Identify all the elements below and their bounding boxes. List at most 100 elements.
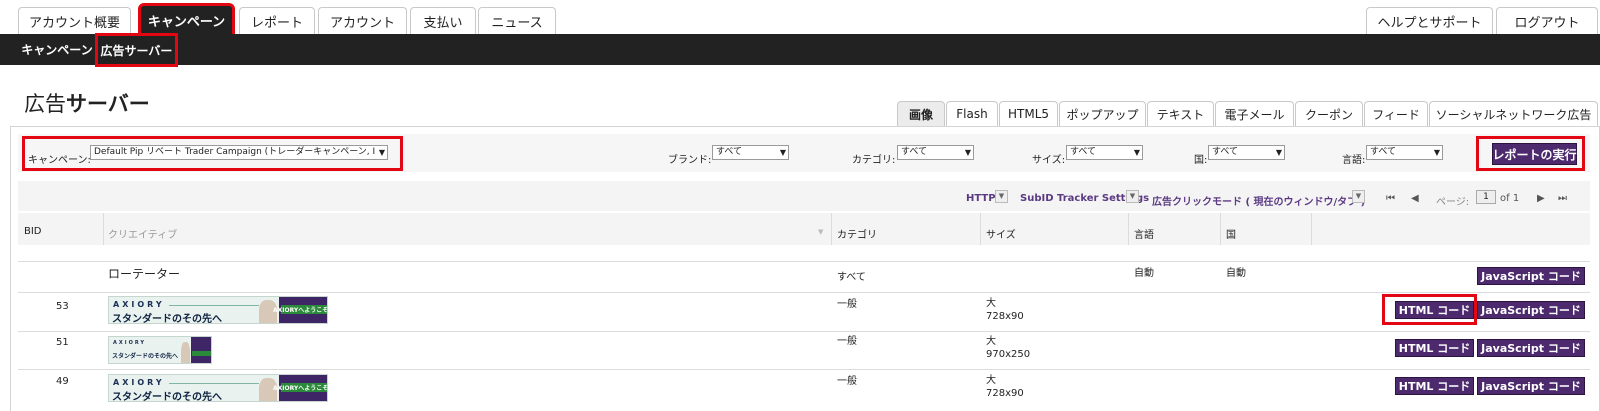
tab-logout[interactable]: ログアウト <box>1496 7 1598 34</box>
row-bid: 53 <box>56 301 69 312</box>
banner-tagline: スタンダードのその先へ <box>112 314 222 324</box>
column-divider <box>103 213 104 245</box>
javascript-code-button[interactable]: JavaScript コード <box>1477 339 1585 357</box>
top-nav: アカウント概要 キャンペーン レポート アカウント 支払い ニュース ヘルプとサ… <box>0 0 1600 37</box>
subtab-ad-server[interactable]: 広告サーバー <box>95 33 178 67</box>
html-code-button[interactable]: HTML コード <box>1395 301 1474 319</box>
last-page-icon[interactable]: ⏭ <box>1558 193 1567 204</box>
banner-cta: AXIORYへようこそ ▶ <box>273 383 328 392</box>
banner-thumbnail[interactable]: AXIORY スタンダードのその先へ <box>108 336 212 364</box>
category-filter-label: カテゴリ: <box>852 155 896 166</box>
row-size: 大 <box>986 375 996 386</box>
column-divider <box>831 213 832 245</box>
tab-report[interactable]: レポート <box>239 7 315 34</box>
tab-flash[interactable]: Flash <box>946 101 998 126</box>
page-input[interactable]: 1 <box>1476 190 1496 204</box>
row-divider <box>18 369 1590 370</box>
http-label[interactable]: HTTP <box>966 193 996 204</box>
banner-cta: AXIORYへようこそ ▶ <box>273 305 328 314</box>
column-divider <box>1311 213 1312 245</box>
row-size: 大 <box>986 336 996 347</box>
row-divider <box>18 261 1590 262</box>
column-divider <box>1220 213 1221 245</box>
tab-coupon[interactable]: クーポン <box>1295 101 1363 126</box>
tab-news[interactable]: ニュース <box>478 7 556 34</box>
column-category[interactable]: カテゴリ <box>837 226 877 241</box>
row-divider <box>18 292 1590 293</box>
banner-logo: AXIORY <box>113 378 165 387</box>
country-select[interactable]: すべて <box>1208 145 1285 160</box>
row-language: 自動 <box>1134 268 1154 279</box>
banner-person <box>181 342 190 363</box>
next-page-icon[interactable]: ▶ <box>1537 193 1545 204</box>
javascript-code-button[interactable]: JavaScript コード <box>1477 301 1585 319</box>
column-divider <box>980 213 981 245</box>
banner-thumbnail[interactable]: AXIORY スタンダードのその先へ AXIORYへようこそ ▶ <box>108 296 328 324</box>
sort-icon[interactable]: ▼ <box>818 228 823 236</box>
banner-thumbnail[interactable]: AXIORY スタンダードのその先へ AXIORYへようこそ ▶ <box>108 374 328 402</box>
subtab-campaign[interactable]: キャンペーン <box>18 34 96 65</box>
sub-nav: キャンペーン 広告サーバー <box>0 33 1600 67</box>
column-bid[interactable]: BID <box>24 226 42 237</box>
row-bid: 49 <box>56 376 69 387</box>
tab-image[interactable]: 画像 <box>897 101 945 126</box>
brand-filter-label: ブランド: <box>668 155 712 166</box>
row-category: 一般 <box>837 376 857 387</box>
subid-dropdown-icon[interactable]: ▼ <box>1126 190 1139 203</box>
page-title: 広告サーバー <box>24 92 150 116</box>
language-select[interactable]: すべて <box>1366 145 1443 160</box>
table-header <box>18 213 1590 245</box>
page-label: ページ: <box>1436 197 1470 208</box>
http-dropdown-icon[interactable]: ▼ <box>995 190 1008 203</box>
tab-campaign[interactable]: キャンペーン <box>138 3 235 37</box>
banner-wave <box>169 383 259 384</box>
column-size[interactable]: サイズ <box>986 226 1016 241</box>
column-country[interactable]: 国 <box>1226 226 1236 241</box>
click-mode-label[interactable]: 広告クリックモード ( 現在のウィンドウ/タブ ) <box>1152 193 1365 208</box>
html-code-button[interactable]: HTML コード <box>1395 377 1474 395</box>
language-filter-label: 言語: <box>1342 155 1366 166</box>
banner-tagline: スタンダードのその先へ <box>112 353 179 360</box>
row-category: すべて <box>837 272 866 283</box>
row-size-dimensions: 728x90 <box>986 311 1024 322</box>
tab-popup[interactable]: ポップアップ <box>1059 101 1146 126</box>
row-divider <box>18 331 1590 332</box>
click-mode-dropdown-icon[interactable]: ▼ <box>1352 190 1365 203</box>
country-filter-label: 国: <box>1194 155 1208 166</box>
column-divider <box>1128 213 1129 245</box>
page-of: of 1 <box>1500 193 1520 204</box>
html-code-button[interactable]: HTML コード <box>1395 339 1474 357</box>
tab-account-overview[interactable]: アカウント概要 <box>18 7 131 34</box>
tab-social-network-ad[interactable]: ソーシャルネットワーク広告 <box>1429 101 1598 126</box>
tab-help-support[interactable]: ヘルプとサポート <box>1366 7 1493 34</box>
javascript-code-button[interactable]: JavaScript コード <box>1477 377 1585 395</box>
row-bid: 51 <box>56 337 69 348</box>
column-creative[interactable]: クリエイティブ <box>108 226 177 241</box>
column-language[interactable]: 言語 <box>1134 226 1154 241</box>
tab-account[interactable]: アカウント <box>318 7 407 34</box>
row-country: 自動 <box>1226 268 1246 279</box>
campaign-select[interactable]: Default Pip リベート Trader Campaign (トレーダーキ… <box>90 145 388 160</box>
tab-email[interactable]: 電子メール <box>1215 101 1294 126</box>
tab-payment[interactable]: 支払い <box>410 7 476 34</box>
javascript-code-button[interactable]: JavaScript コード <box>1477 267 1585 285</box>
run-report-button[interactable]: レポートの実行 <box>1492 143 1577 165</box>
banner-cta <box>192 351 211 356</box>
row-size-dimensions: 728x90 <box>986 388 1024 399</box>
brand-select[interactable]: すべて <box>712 145 789 160</box>
banner-tagline: スタンダードのその先へ <box>112 392 222 402</box>
size-select[interactable]: すべて <box>1066 145 1143 160</box>
tab-text[interactable]: テキスト <box>1147 101 1214 126</box>
row-size: 大 <box>986 298 996 309</box>
tab-html5[interactable]: HTML5 <box>999 101 1058 126</box>
category-select[interactable]: すべて <box>897 145 974 160</box>
row-category: 一般 <box>837 336 857 347</box>
row-creative: ローテーター <box>108 267 181 281</box>
banner-wave <box>169 305 259 306</box>
first-page-icon[interactable]: ⏮ <box>1386 193 1395 204</box>
row-size-dimensions: 970x250 <box>986 349 1031 360</box>
tab-feed[interactable]: フィード <box>1364 101 1428 126</box>
banner-logo: AXIORY <box>113 300 165 309</box>
prev-page-icon[interactable]: ◀ <box>1411 193 1419 204</box>
size-filter-label: サイズ: <box>1032 155 1066 166</box>
